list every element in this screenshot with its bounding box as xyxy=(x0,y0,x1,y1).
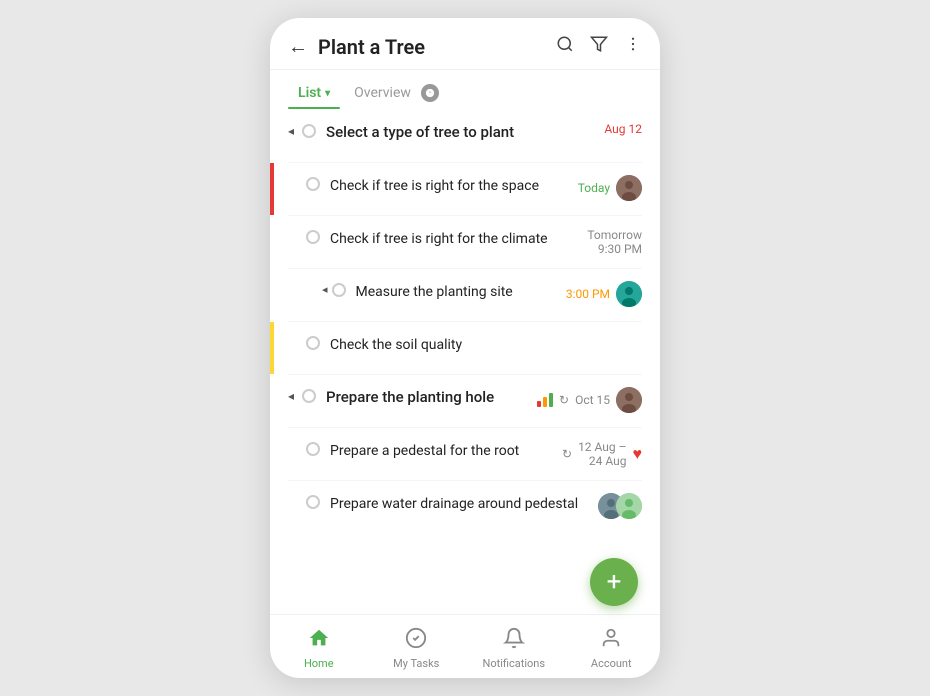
task-date: Aug 12 xyxy=(604,122,642,136)
task-name: Measure the planting site xyxy=(356,284,513,300)
task-list: ◂ Select a type of tree to plant Aug 12 … xyxy=(270,110,660,614)
task-content: Check the soil quality xyxy=(330,334,634,356)
nav-account-label: Account xyxy=(591,657,632,670)
nav-notifications[interactable]: Notifications xyxy=(465,623,563,674)
avatar-group xyxy=(598,493,642,519)
task-content: Select a type of tree to plant xyxy=(326,122,596,143)
search-icon[interactable] xyxy=(556,35,574,58)
task-checkbox[interactable] xyxy=(306,442,320,456)
task-content: Prepare a pedestal for the root xyxy=(330,440,554,462)
task-item[interactable]: Check if tree is right for the space Tod… xyxy=(270,163,660,215)
nav-home[interactable]: Home xyxy=(270,623,368,674)
task-meta xyxy=(590,493,642,519)
phone-container: ← Plant a Tree List ▾ Overview xyxy=(270,18,660,678)
task-name: Prepare the planting hole xyxy=(326,388,494,406)
task-name: Prepare water drainage around pedestal xyxy=(330,496,578,512)
avatar-2 xyxy=(616,493,642,519)
header: ← Plant a Tree xyxy=(270,18,660,70)
task-date: 3:00 PM xyxy=(566,287,610,301)
task-meta: Today xyxy=(570,175,642,201)
tab-list-label: List xyxy=(298,85,321,101)
task-checkbox[interactable] xyxy=(332,283,346,297)
tabs-bar: List ▾ Overview xyxy=(270,70,660,110)
task-date: Oct 15 xyxy=(575,393,610,407)
task-checkbox[interactable] xyxy=(302,124,316,138)
task-name: Prepare a pedestal for the root xyxy=(330,443,519,459)
task-date-line1: 12 Aug – xyxy=(578,440,626,454)
tasks-icon xyxy=(405,627,427,654)
back-button[interactable]: ← xyxy=(288,34,308,59)
header-actions xyxy=(556,35,642,58)
tab-overview[interactable]: Overview xyxy=(344,76,449,110)
task-meta: Aug 12 xyxy=(596,122,642,136)
nav-tasks[interactable]: My Tasks xyxy=(368,623,466,674)
tab-list[interactable]: List ▾ xyxy=(288,77,340,109)
page-title: Plant a Tree xyxy=(318,35,556,59)
task-item[interactable]: ◂ Select a type of tree to plant Aug 12 xyxy=(270,110,660,162)
task-meta: ↻ Oct 15 xyxy=(529,387,642,413)
task-content: Check if tree is right for the climate xyxy=(330,228,579,250)
task-date-line2: 9:30 PM xyxy=(587,242,642,256)
task-item[interactable]: ◂ Prepare the planting hole ↻ Oct 15 xyxy=(270,375,660,427)
task-checkbox[interactable] xyxy=(306,177,320,191)
repeat-icon: ↻ xyxy=(562,447,572,461)
task-name: Check the soil quality xyxy=(330,337,462,353)
task-checkbox[interactable] xyxy=(306,336,320,350)
nav-account[interactable]: Account xyxy=(563,623,661,674)
task-name: Check if tree is right for the climate xyxy=(330,231,548,247)
tab-overview-label: Overview xyxy=(354,85,411,101)
task-content: Check if tree is right for the space xyxy=(330,175,570,197)
task-meta: Tomorrow 9:30 PM xyxy=(579,228,642,256)
nav-home-label: Home xyxy=(304,657,334,670)
task-checkbox[interactable] xyxy=(306,230,320,244)
nav-tasks-label: My Tasks xyxy=(393,657,439,670)
notifications-icon xyxy=(503,627,525,654)
task-item[interactable]: Prepare a pedestal for the root ↻ 12 Aug… xyxy=(270,428,660,480)
repeat-icon: ↻ xyxy=(559,393,569,407)
task-item[interactable]: Check the soil quality xyxy=(270,322,660,374)
task-pin-icon: ◂ xyxy=(288,124,294,138)
task-checkbox[interactable] xyxy=(302,389,316,403)
task-name: Check if tree is right for the space xyxy=(330,178,539,194)
task-meta: ↻ 12 Aug – 24 Aug ♥ xyxy=(554,440,642,468)
task-pin-icon: ◂ xyxy=(322,283,328,296)
task-date-line2: 24 Aug xyxy=(578,454,626,468)
avatar xyxy=(616,387,642,413)
task-content: Measure the planting site xyxy=(356,281,558,303)
filter-icon[interactable] xyxy=(590,35,608,58)
avatar xyxy=(616,175,642,201)
task-item[interactable]: ◂ Measure the planting site 3:00 PM xyxy=(270,269,660,321)
bottom-nav: Home My Tasks Notifications Account xyxy=(270,614,660,678)
avatar xyxy=(616,281,642,307)
task-item[interactable]: Prepare water drainage around pedestal xyxy=(270,481,660,533)
task-content: Prepare water drainage around pedestal xyxy=(330,493,590,515)
add-task-button[interactable]: + xyxy=(590,558,638,606)
priority-icon xyxy=(537,393,553,407)
tab-overview-badge xyxy=(421,84,439,102)
task-date: Today xyxy=(578,181,610,195)
task-date-line1: Tomorrow xyxy=(587,228,642,242)
task-item[interactable]: Check if tree is right for the climate T… xyxy=(270,216,660,268)
account-icon xyxy=(600,627,622,654)
task-pin-icon: ◂ xyxy=(288,389,294,403)
task-meta: 3:00 PM xyxy=(558,281,642,307)
more-options-icon[interactable] xyxy=(624,35,642,58)
task-content: Prepare the planting hole xyxy=(326,387,529,408)
task-checkbox[interactable] xyxy=(306,495,320,509)
nav-notifications-label: Notifications xyxy=(482,657,545,670)
tab-list-arrow: ▾ xyxy=(325,88,330,99)
heart-icon: ♥ xyxy=(633,444,643,464)
task-name: Select a type of tree to plant xyxy=(326,123,514,141)
home-icon xyxy=(308,627,330,654)
